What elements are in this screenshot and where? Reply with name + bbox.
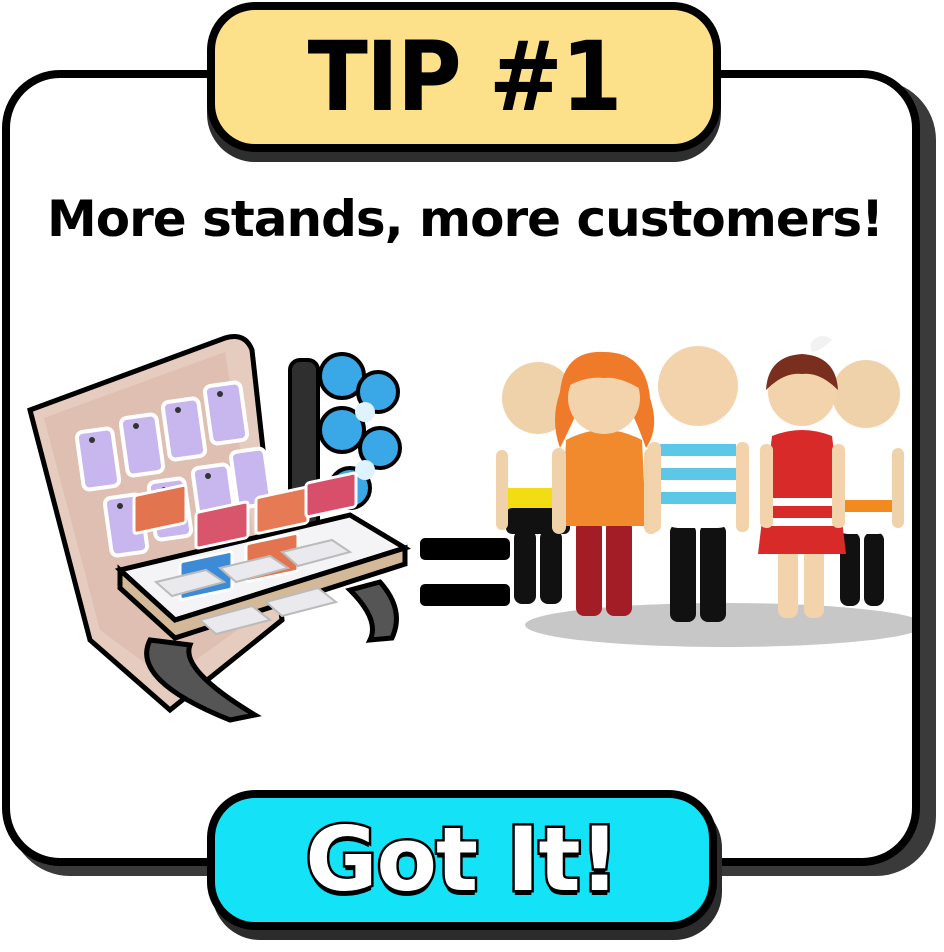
tip-subtitle: More stands, more customers! [47,190,884,248]
tip-title: TIP #1 [307,21,622,133]
tip-illustration [27,334,920,723]
tip-dialog: TIP #1 More stands, more customers! Got … [0,0,944,952]
got-it-button[interactable]: Got It! [207,790,717,930]
got-it-label: Got It! [303,808,622,911]
customer-crowd-icon [496,335,920,647]
equals-icon [420,538,510,610]
laptop-phone-stand-icon [27,334,412,723]
title-tab: TIP #1 [207,2,721,152]
